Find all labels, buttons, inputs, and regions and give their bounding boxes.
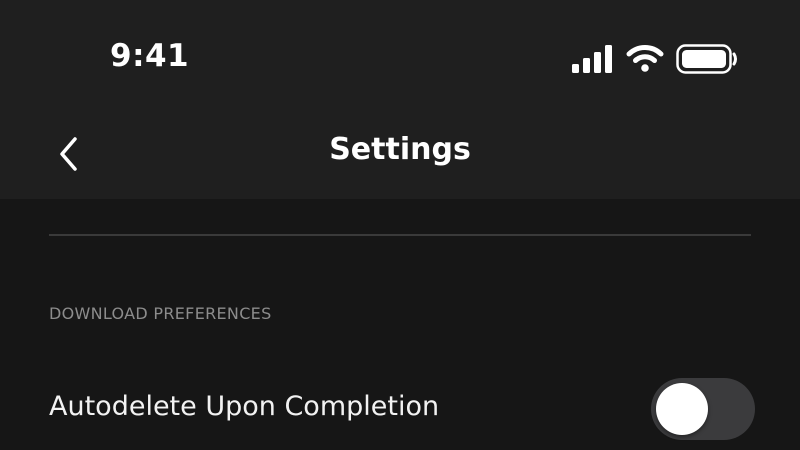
cellular-signal-icon	[572, 45, 612, 73]
setting-label-autodelete: Autodelete Upon Completion	[49, 391, 440, 422]
autodelete-toggle[interactable]	[651, 378, 755, 440]
setting-row-autodelete: Autodelete Upon Completion	[0, 372, 800, 450]
toggle-knob	[656, 383, 708, 435]
divider	[49, 234, 751, 236]
status-time: 9:41	[110, 38, 190, 74]
section-header-download-preferences: DOWNLOAD PREFERENCES	[49, 304, 272, 323]
settings-screen: 9:41 Settings DOWNLOAD PREFERENCES Autod…	[0, 0, 800, 450]
status-icons	[572, 44, 737, 78]
top-bar: 9:41 Settings	[0, 0, 800, 199]
battery-icon	[676, 44, 737, 74]
wifi-icon	[626, 45, 664, 72]
page-title: Settings	[329, 132, 471, 167]
